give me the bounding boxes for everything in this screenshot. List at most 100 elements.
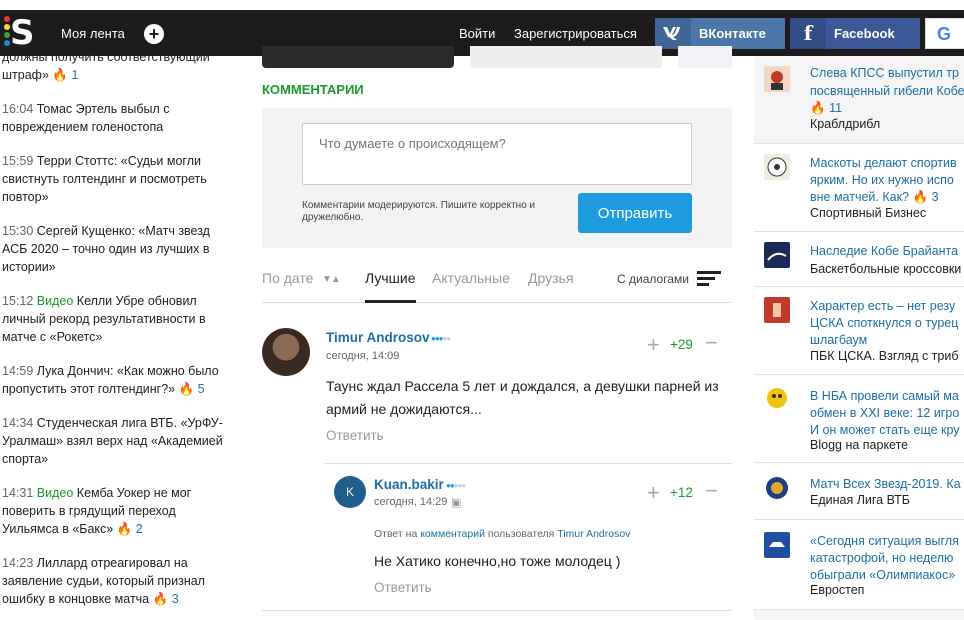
news-item[interactable]: 16:04 Томас Эртель выбыл с повреждением … <box>2 100 234 136</box>
blog-title: посвященный гибели Кобе <box>810 84 964 98</box>
blog-title-line: вне матчей. Как? 🔥 3 <box>810 188 964 206</box>
comment-compose-box: Комментарии модерируются. Пишите коррект… <box>262 108 732 248</box>
blog-source: Евростеп <box>810 583 865 597</box>
google-icon: G <box>936 24 951 44</box>
reply-user-link[interactable]: Timur Androsov <box>557 528 630 540</box>
vote-minus-icon[interactable]: − <box>705 480 718 502</box>
news-text: Келли Убре обновил личный рекорд результ… <box>2 294 206 344</box>
video-label: Видео <box>36 486 74 500</box>
user-avatar[interactable]: K <box>334 476 366 508</box>
blog-source: Краблдрибл <box>810 117 881 131</box>
blog-item[interactable]: «Сегодня ситуация выгля катастрофой, но … <box>754 520 964 610</box>
blog-item[interactable]: Слева КПСС выпустил тр посвященный гибел… <box>754 56 964 144</box>
reply-comment-link[interactable]: комментарий <box>420 528 485 540</box>
vk-login-button[interactable]: ВКонтакте <box>655 18 785 49</box>
news-text: Терри Стоттс: «Судьи могли свистнуть гол… <box>2 154 207 204</box>
send-button[interactable]: Отправить <box>578 193 692 233</box>
facebook-label: Facebook <box>834 26 895 41</box>
blogg-icon <box>764 385 790 411</box>
news-time: 14:34 <box>2 416 34 430</box>
news-time: 15:59 <box>2 154 34 168</box>
zenit-icon <box>764 532 790 558</box>
news-text: Сергей Кущенко: «Матч звезд АСБ 2020 – т… <box>2 224 210 274</box>
comment-input[interactable] <box>302 123 692 185</box>
reply-link[interactable]: Ответить <box>326 428 384 443</box>
blog-item[interactable]: Маскоты делают спортив ярким. Но их нужн… <box>754 144 964 232</box>
blog-title: Матч Всех Звезд-2019. Ка <box>810 477 961 491</box>
fire-icon: 🔥 <box>152 592 169 606</box>
facebook-icon: f <box>790 18 826 49</box>
blog-item[interactable]: Матч Всех Звезд-2019. Ка Единая Лига ВТБ <box>754 463 964 520</box>
comment-count: 2 <box>135 522 143 536</box>
top-dark-panel[interactable] <box>262 46 454 68</box>
user-rank-dots: ●●●●● <box>431 334 451 343</box>
blog-title: вне матчей. Как? <box>810 190 910 204</box>
vote-plus-icon[interactable]: + <box>647 334 660 356</box>
fire-icon: 🔥 <box>810 101 826 115</box>
comment-count: 11 <box>829 101 843 115</box>
comment-username[interactable]: Kuan.bakir <box>374 477 444 492</box>
comments-sort-bar: По дате ▼▲ Лучшие Актуальные Друзья С ди… <box>262 262 732 303</box>
vk-label: ВКонтакте <box>699 26 766 41</box>
news-time: 14:59 <box>2 364 34 378</box>
with-dialogs-toggle[interactable]: С диалогами <box>617 272 689 286</box>
sort-by-date-tab[interactable]: По дате <box>262 270 313 286</box>
vote-plus-icon[interactable]: + <box>647 482 660 504</box>
blog-title: Маскоты делают спортив <box>810 156 957 170</box>
news-item[interactable]: должны получить соответствующий штраф» 🔥… <box>2 48 234 84</box>
news-item[interactable]: 14:23 Лиллард отреагировал на заявление … <box>2 554 234 608</box>
news-item[interactable]: 15:12 Видео Келли Убре обновил личный ре… <box>2 292 234 346</box>
blog-item[interactable]: В НБА провели самый ма обмен в XXI веке:… <box>754 375 964 463</box>
comment-count: 1 <box>71 68 79 82</box>
blog-item[interactable]: Характер есть – нет резу ЦСКА споткнулся… <box>754 287 964 375</box>
facebook-login-button[interactable]: f Facebook <box>790 18 920 49</box>
news-time: 14:23 <box>2 556 34 570</box>
my-feed-link[interactable]: Моя лента <box>61 26 125 41</box>
comment-text: Не Хатико конечно,но тоже молодец ) <box>374 553 621 569</box>
news-item[interactable]: 15:30 Сергей Кущенко: «Матч звезд АСБ 20… <box>2 222 234 276</box>
sort-arrows-icon[interactable]: ▼▲ <box>322 274 341 285</box>
blog-item[interactable]: Наследие Кобе Брайанта Баскетбольные кро… <box>754 232 964 287</box>
news-item[interactable]: 14:59 Лука Дончич: «Как можно было пропу… <box>2 362 234 398</box>
news-text: должны получить соответствующий штраф» <box>2 50 210 82</box>
top-light-panel[interactable] <box>470 46 662 68</box>
blog-title: И он может стать еще кру <box>810 423 960 437</box>
comment-count: 3 <box>171 592 179 606</box>
blog-title: ЦСКА споткнулся о турец <box>810 316 959 330</box>
vk-icon <box>655 18 691 49</box>
user-avatar[interactable] <box>262 328 310 376</box>
dialogs-list-icon[interactable] <box>697 271 721 287</box>
sort-actual-tab[interactable]: Актуальные <box>432 270 510 286</box>
comment-date: сегодня, 14:29 <box>374 496 448 508</box>
fire-icon: 🔥 <box>116 522 133 536</box>
comment-username[interactable]: Timur Androsov <box>326 330 430 345</box>
video-label: Видео <box>36 294 74 308</box>
register-link[interactable]: Зарегистрироваться <box>514 26 637 41</box>
fire-icon: 🔥 <box>912 190 929 204</box>
news-time: 14:31 <box>2 486 34 500</box>
comment-count: 5 <box>197 382 205 396</box>
blog-source: Спортивный Бизнес <box>810 206 927 220</box>
comment-divider <box>262 610 732 611</box>
sort-friends-tab[interactable]: Друзья <box>528 270 573 286</box>
news-item[interactable]: 15:59 Терри Стоттс: «Судьи могли свистну… <box>2 152 234 206</box>
blog-title: «Сегодня ситуация выгля <box>810 534 959 548</box>
comment-date: сегодня, 14:09 <box>326 350 400 362</box>
vote-minus-icon[interactable]: − <box>705 332 718 354</box>
football-icon <box>764 154 790 180</box>
news-item[interactable]: 14:31 Видео Кемба Уокер не мог поверить … <box>2 484 234 538</box>
comment-count: 3 <box>931 190 939 204</box>
reply-link[interactable]: Ответить <box>374 580 432 595</box>
add-plus-button[interactable]: + <box>144 24 164 44</box>
krabldribl-logo-icon <box>764 66 790 92</box>
fire-icon: 🔥 <box>52 68 68 82</box>
news-item[interactable]: 14:34 Студенческая лига ВТБ. «УрФУ-Уралм… <box>2 414 234 468</box>
blog-source: Blogg на паркете <box>810 438 909 452</box>
login-link[interactable]: Войти <box>459 26 495 41</box>
google-login-button[interactable]: G <box>925 18 964 49</box>
cska-icon <box>764 297 790 323</box>
active-tab-underline <box>365 300 416 303</box>
sort-best-tab[interactable]: Лучшие <box>365 270 415 286</box>
logo-letter: S <box>10 13 35 53</box>
fire-icon: 🔥 <box>178 382 195 396</box>
